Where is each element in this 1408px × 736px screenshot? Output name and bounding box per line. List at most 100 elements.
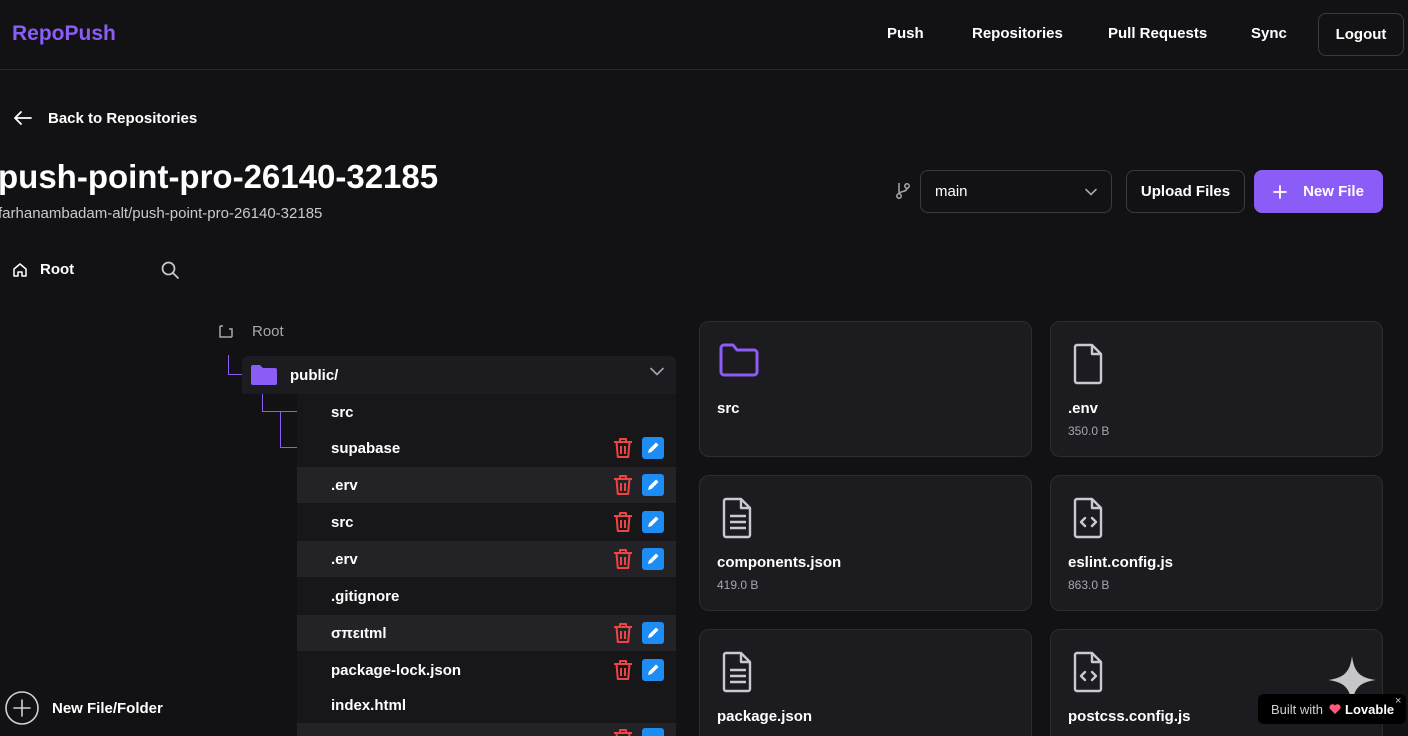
tree-item-actions bbox=[612, 437, 664, 459]
tree-item-actions bbox=[612, 659, 664, 681]
tree-item-label: supabase bbox=[331, 439, 401, 457]
trash-icon[interactable] bbox=[612, 474, 634, 496]
new-file-folder-label: New File/Folder bbox=[52, 699, 163, 717]
branch-value: main bbox=[935, 183, 968, 200]
tree-item[interactable]: package-lock.json bbox=[297, 652, 676, 688]
tree-connector bbox=[280, 412, 297, 448]
trash-icon[interactable] bbox=[612, 728, 634, 736]
top-navbar: RepoPush Push Repositories Pull Requests… bbox=[0, 0, 1408, 70]
new-file-label: New File bbox=[1303, 183, 1364, 200]
built-with-lovable-badge[interactable]: Built with Lovable bbox=[1258, 694, 1406, 724]
file-code-icon bbox=[1073, 497, 1103, 539]
tree-item-actions bbox=[612, 548, 664, 570]
tree-item[interactable]: .gitignore bbox=[297, 578, 676, 614]
file-card-name: .env bbox=[1068, 400, 1099, 417]
tree-item-actions bbox=[612, 511, 664, 533]
badge-brand: Lovable bbox=[1345, 701, 1395, 717]
tree-item-actions bbox=[612, 728, 664, 736]
file-card-size: 863.0 B bbox=[1068, 578, 1110, 592]
tree-folder-public[interactable]: public/ bbox=[242, 356, 676, 394]
edit-icon[interactable] bbox=[642, 659, 664, 681]
search-icon[interactable] bbox=[160, 260, 180, 280]
edit-icon[interactable] bbox=[642, 728, 664, 736]
plus-circle-icon bbox=[5, 691, 39, 725]
folder-root-icon bbox=[219, 324, 233, 338]
sidebar-root-label: Root bbox=[40, 261, 75, 278]
new-file-button[interactable]: New File bbox=[1254, 170, 1383, 213]
edit-icon[interactable] bbox=[642, 548, 664, 570]
folder-icon bbox=[251, 365, 277, 385]
file-card-name: components.json bbox=[717, 554, 842, 571]
nav-pull-requests[interactable]: Pull Requests bbox=[1108, 25, 1207, 42]
git-branch-icon bbox=[896, 183, 910, 199]
file-card-name: package.json bbox=[717, 708, 813, 725]
tree-item-label: .erv bbox=[331, 476, 358, 494]
back-label: Back to Repositories bbox=[48, 109, 198, 127]
plus-icon bbox=[1273, 184, 1287, 199]
tree-item[interactable]: .erv bbox=[297, 467, 676, 503]
logout-button[interactable]: Logout bbox=[1318, 13, 1404, 56]
file-card[interactable]: eslint.config.js 863.0 B bbox=[1050, 475, 1383, 611]
edit-icon[interactable] bbox=[642, 511, 664, 533]
tree-root-label: Root bbox=[252, 323, 284, 340]
tree-root[interactable]: Root bbox=[218, 323, 284, 340]
tree-item[interactable]: src bbox=[297, 394, 676, 430]
tree-item[interactable]: .erv bbox=[297, 541, 676, 577]
file-text-icon bbox=[722, 497, 752, 539]
file-card-name: eslint.config.js bbox=[1068, 554, 1174, 571]
tree-file-list: src supabase .erv src .erv .gitignore σπ… bbox=[297, 394, 676, 736]
repo-path: farhanambadam-alt/push-point-pro-26140-3… bbox=[0, 205, 323, 222]
file-card[interactable]: package.json bbox=[699, 629, 1032, 736]
file-card-name: postcss.config.js bbox=[1068, 708, 1191, 725]
sidebar-root-link[interactable]: Root bbox=[12, 261, 74, 278]
tree-item-actions bbox=[612, 622, 664, 644]
tree-item-label: src bbox=[331, 403, 354, 421]
file-card-size: 419.0 B bbox=[717, 578, 759, 592]
badge-prefix: Built with bbox=[1271, 701, 1324, 717]
back-to-repositories-link[interactable]: Back to Repositories bbox=[14, 108, 197, 128]
tree-item[interactable]: index.html bbox=[297, 687, 676, 723]
home-icon bbox=[13, 262, 27, 277]
folder-icon bbox=[719, 343, 759, 377]
badge-close-icon[interactable]: × bbox=[1395, 695, 1401, 707]
branch-select[interactable]: main bbox=[920, 170, 1112, 213]
file-code-icon bbox=[1073, 651, 1103, 693]
file-card[interactable]: .env 350.0 B bbox=[1050, 321, 1383, 457]
arrow-left-icon bbox=[14, 111, 32, 125]
chevron-down-icon[interactable] bbox=[650, 367, 664, 376]
nav-repositories[interactable]: Repositories bbox=[972, 25, 1063, 42]
edit-icon[interactable] bbox=[642, 437, 664, 459]
upload-files-button[interactable]: Upload Files bbox=[1126, 170, 1245, 213]
folder-label: public/ bbox=[290, 366, 339, 384]
trash-icon[interactable] bbox=[612, 437, 634, 459]
tree-item-label: σπειtml bbox=[331, 624, 387, 642]
tree-item-label: index.html bbox=[331, 696, 407, 714]
tree-item-label: src bbox=[331, 513, 354, 531]
edit-icon[interactable] bbox=[642, 622, 664, 644]
file-icon bbox=[1073, 343, 1103, 385]
brand-logo[interactable]: RepoPush bbox=[12, 22, 116, 46]
lovable-heart-icon bbox=[1329, 704, 1341, 714]
edit-icon[interactable] bbox=[642, 474, 664, 496]
trash-icon[interactable] bbox=[612, 622, 634, 644]
tree-item[interactable] bbox=[297, 723, 676, 736]
nav-push[interactable]: Push bbox=[887, 25, 924, 42]
file-card[interactable]: src bbox=[699, 321, 1032, 457]
tree-item[interactable]: src bbox=[297, 504, 676, 540]
file-card-name: src bbox=[717, 400, 740, 417]
file-card[interactable]: components.json 419.0 B bbox=[699, 475, 1032, 611]
tree-connector bbox=[262, 394, 297, 412]
file-card-size: 350.0 B bbox=[1068, 424, 1110, 438]
tree-connector bbox=[228, 355, 242, 375]
trash-icon[interactable] bbox=[612, 511, 634, 533]
trash-icon[interactable] bbox=[612, 548, 634, 570]
new-file-folder-button[interactable]: New File/Folder bbox=[4, 690, 163, 726]
trash-icon[interactable] bbox=[612, 659, 634, 681]
tree-item[interactable]: σπειtml bbox=[297, 615, 676, 651]
nav-sync[interactable]: Sync bbox=[1251, 25, 1287, 42]
tree-item-label: package-lock.json bbox=[331, 661, 462, 679]
tree-item-actions bbox=[612, 474, 664, 496]
tree-item[interactable]: supabase bbox=[297, 430, 676, 466]
chevron-down-icon bbox=[1085, 188, 1097, 196]
page-title: push-point-pro-26140-32185 bbox=[0, 158, 439, 195]
